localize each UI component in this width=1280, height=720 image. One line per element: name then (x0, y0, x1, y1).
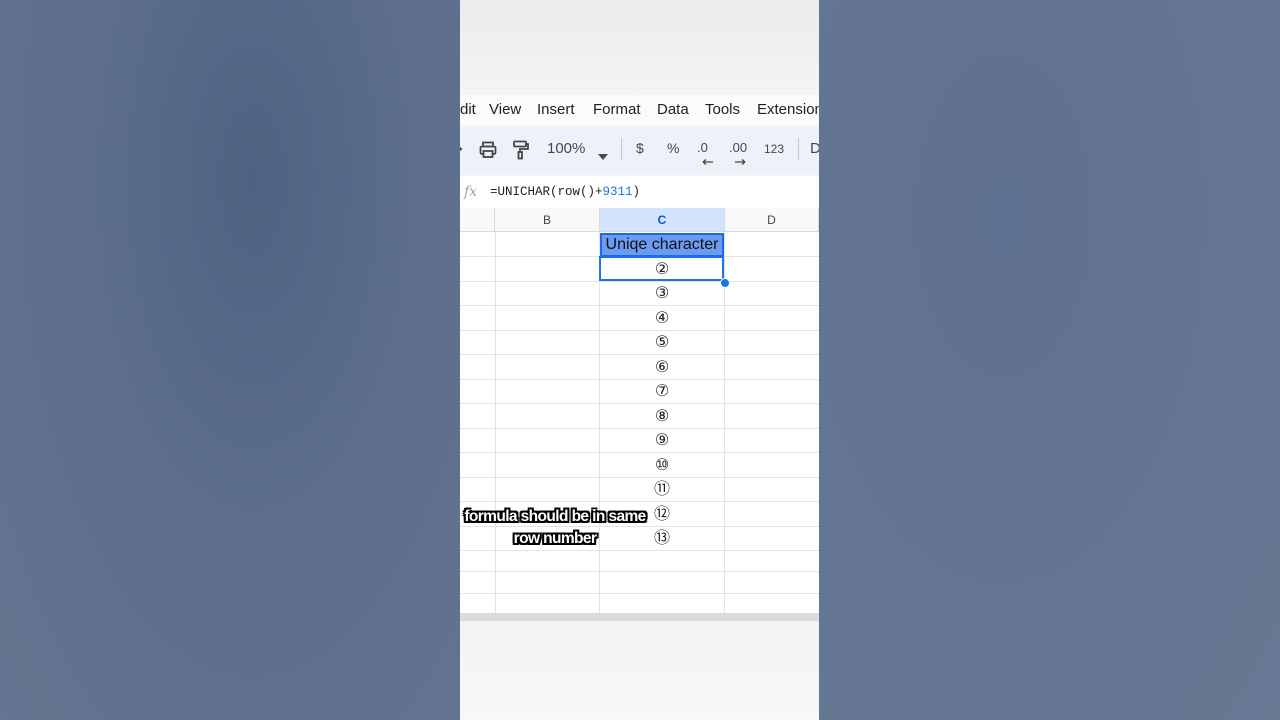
column-header-b[interactable]: B (495, 208, 600, 232)
fill-handle[interactable] (720, 278, 730, 288)
video-caption: formula should be in same row number (460, 506, 655, 550)
column-divider (495, 232, 496, 613)
caption-line-1: formula should be in same (464, 508, 646, 525)
table-cell[interactable]: ⑩ (600, 453, 724, 477)
zoom-select[interactable]: 100% (547, 140, 585, 157)
spreadsheet-grid[interactable]: B C D Uniqe character ② ③ ④ ⑤ ⑥ ⑦ ⑧ ⑨ ⑩ … (460, 208, 819, 613)
table-cell[interactable]: ⑤ (600, 330, 724, 354)
menu-view[interactable]: View (489, 101, 521, 118)
menu-bar: dit View Insert Format Data Tools Extens… (460, 95, 819, 125)
arrow-left-icon (702, 152, 714, 170)
print-icon[interactable] (479, 141, 497, 164)
table-cell[interactable]: ⑦ (600, 379, 724, 403)
toolbar: 100% $ % .0 .00 123 D (460, 128, 819, 172)
column-header-a[interactable] (460, 208, 495, 232)
column-divider (724, 232, 725, 613)
arrow-right-icon (734, 152, 746, 170)
table-cell[interactable]: ⑪ (600, 477, 724, 501)
menu-extensions[interactable]: Extension (757, 101, 819, 118)
menu-insert[interactable]: Insert (537, 101, 575, 118)
menu-data[interactable]: Data (657, 101, 689, 118)
chevron-down-icon[interactable] (598, 147, 608, 165)
column-header-c[interactable]: C (600, 208, 725, 232)
table-cell[interactable]: ⑥ (600, 355, 724, 379)
horizontal-scrollbar[interactable] (460, 613, 819, 621)
percent-format-button[interactable]: % (667, 140, 679, 156)
formula-text[interactable]: =UNICHAR(row()+9311) (490, 185, 640, 199)
font-select[interactable]: D (810, 140, 819, 157)
spreadsheet-app: dit View Insert Format Data Tools Extens… (460, 0, 819, 720)
paint-format-icon[interactable] (512, 140, 530, 165)
top-area (460, 0, 819, 95)
row-divider (460, 550, 819, 551)
formula-suffix: ) (632, 185, 641, 199)
row-divider (460, 593, 819, 594)
table-cell[interactable]: ③ (600, 281, 724, 305)
formula-bar[interactable]: fx =UNICHAR(row()+9311) (460, 176, 819, 209)
active-cell-selection[interactable] (599, 256, 724, 281)
background-left (0, 0, 460, 720)
bottom-area (460, 621, 819, 720)
header-cell-c1[interactable]: Uniqe character (600, 233, 724, 257)
table-cell[interactable]: ⑧ (600, 404, 724, 428)
menu-format[interactable]: Format (593, 101, 641, 118)
number-format-button[interactable]: 123 (764, 142, 784, 156)
menu-edit[interactable]: dit (460, 101, 476, 118)
formula-prefix: =UNICHAR(row()+ (490, 185, 603, 199)
fx-icon: fx (464, 184, 478, 200)
caption-line-2: row number (513, 530, 597, 547)
formula-number: 9311 (602, 185, 633, 199)
currency-format-button[interactable]: $ (636, 140, 644, 156)
row-divider (460, 571, 819, 572)
column-header-d[interactable]: D (725, 208, 819, 232)
redo-icon[interactable] (460, 142, 464, 161)
background-right (819, 0, 1280, 720)
menu-tools[interactable]: Tools (705, 101, 740, 118)
table-cell[interactable]: ④ (600, 306, 724, 330)
toolbar-divider (621, 138, 622, 160)
table-cell[interactable]: ⑨ (600, 428, 724, 452)
toolbar-divider (798, 138, 799, 160)
